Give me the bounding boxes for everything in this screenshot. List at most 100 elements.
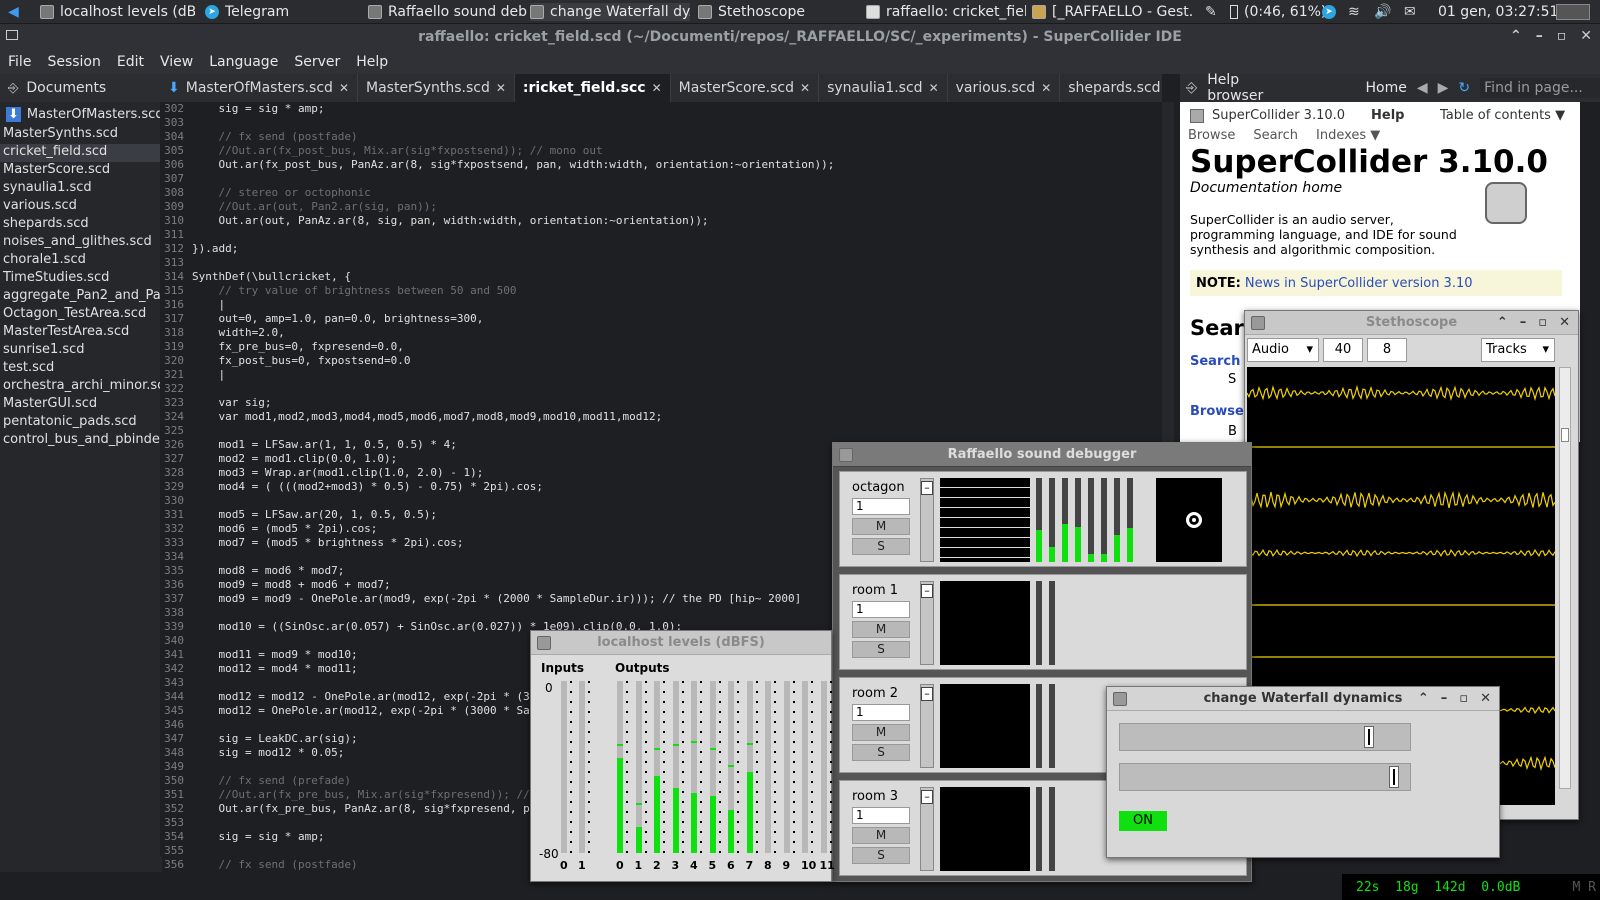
channel-fader[interactable]: – bbox=[920, 478, 934, 562]
document-list-item[interactable]: sunrise1.scd bbox=[0, 342, 160, 360]
minimize-icon[interactable]: – bbox=[1536, 28, 1543, 44]
menu-session[interactable]: Session bbox=[39, 54, 108, 70]
document-list-item[interactable]: noises_and_glithes.scd bbox=[0, 234, 160, 252]
editor-tab[interactable]: shepards.scd✕ bbox=[1060, 74, 1162, 102]
editor-tab[interactable]: ⬇ MasterOfMasters.scd ✕ bbox=[160, 74, 358, 102]
table-of-contents-button[interactable]: Table of contents ▼ bbox=[1440, 108, 1565, 123]
taskbar-item-debugger[interactable]: Raffaello sound deb... bbox=[368, 3, 528, 21]
server-status-bar[interactable]: 22s 18g 142d 0.0dB M R bbox=[1342, 874, 1600, 900]
close-tab-icon[interactable]: ✕ bbox=[1041, 81, 1051, 95]
document-list-item[interactable]: ⬇ MasterOfMasters.scd bbox=[0, 102, 160, 126]
editor-tab[interactable]: various.scd ✕ bbox=[948, 74, 1061, 102]
back-arrow-icon[interactable]: ◀ bbox=[1417, 80, 1428, 96]
keep-above-icon[interactable]: ⌃ bbox=[1418, 691, 1429, 706]
taskbar-item-levels[interactable]: localhost levels (dBFS) bbox=[40, 3, 195, 21]
taskbar-item-stethoscope[interactable]: Stethoscope bbox=[698, 3, 848, 21]
editor-tab[interactable]: synaulia1.scd ✕ bbox=[819, 74, 948, 102]
close-tab-icon[interactable]: ✕ bbox=[652, 81, 662, 95]
maximize-icon[interactable]: ▫ bbox=[1538, 315, 1547, 330]
window-menu-icon[interactable] bbox=[6, 30, 18, 40]
browse-link[interactable]: Browse bbox=[1188, 128, 1235, 143]
maximize-icon[interactable]: ▫ bbox=[1459, 691, 1468, 706]
document-list-item[interactable]: shepards.scd bbox=[0, 216, 160, 234]
keep-above-icon[interactable]: ⌃ bbox=[1497, 315, 1508, 330]
close-tab-icon[interactable]: ✕ bbox=[929, 81, 939, 95]
menu-server[interactable]: Server bbox=[286, 54, 348, 70]
close-tab-icon[interactable]: ✕ bbox=[496, 81, 506, 95]
help-search-link[interactable]: Search bbox=[1190, 354, 1240, 369]
taskbar-item-waterfall[interactable]: change Waterfall dy... bbox=[530, 3, 690, 21]
document-list-item[interactable]: MasterGUI.scd bbox=[0, 396, 160, 414]
scope-vscrollbar[interactable] bbox=[1559, 367, 1571, 789]
document-list-item[interactable]: TimeStudies.scd bbox=[0, 270, 160, 288]
close-icon[interactable]: ✕ bbox=[1580, 28, 1592, 44]
news-link[interactable]: News in SuperCollider version 3.10 bbox=[1245, 276, 1473, 291]
document-list-item[interactable]: cricket_field.scd bbox=[0, 144, 160, 162]
channel-fader[interactable]: – bbox=[920, 684, 934, 768]
channel-value-field[interactable]: 1 bbox=[852, 601, 910, 618]
solo-button[interactable]: S bbox=[852, 538, 910, 555]
close-icon[interactable]: ✕ bbox=[1559, 315, 1570, 330]
editor-tab[interactable]: MasterScore.scd ✕ bbox=[671, 74, 820, 102]
taskbar-item-ide[interactable]: raffaello: cricket_fiel... bbox=[866, 3, 1026, 21]
close-icon[interactable]: ✕ bbox=[1480, 691, 1491, 706]
notes-icon[interactable]: ✎ bbox=[1205, 3, 1217, 21]
channel-value-field[interactable]: 1 bbox=[852, 807, 910, 824]
mail-icon[interactable]: ✉ bbox=[1404, 3, 1416, 21]
editor-tab[interactable]: :ricket_field.scc ✕ bbox=[514, 74, 671, 102]
slider-thumb[interactable] bbox=[1363, 726, 1374, 748]
document-list-item[interactable]: aggregate_Pan2_and_Pan bbox=[0, 288, 160, 306]
taskbar-item-folder[interactable]: [_RAFFAELLO - Gest... bbox=[1032, 3, 1192, 21]
channel-value-field[interactable]: 1 bbox=[852, 498, 910, 515]
menu-edit[interactable]: Edit bbox=[109, 54, 152, 70]
document-list-item[interactable]: chorale1.scd bbox=[0, 252, 160, 270]
volume-icon[interactable]: 🔊 bbox=[1374, 3, 1391, 21]
forward-arrow-icon[interactable]: ▶ bbox=[1438, 80, 1449, 96]
help-home-button[interactable]: Home bbox=[1366, 80, 1407, 96]
close-tab-icon[interactable]: ✕ bbox=[800, 81, 810, 95]
document-list-item[interactable]: various.scd bbox=[0, 198, 160, 216]
document-list-item[interactable]: orchestra_archi_minor.scd bbox=[0, 378, 160, 396]
battery-indicator[interactable]: (0:46, 61%) bbox=[1230, 3, 1326, 21]
solo-button[interactable]: S bbox=[852, 847, 910, 864]
doclist-hscrollbar[interactable] bbox=[0, 856, 162, 872]
find-in-page-input[interactable]: Find in page... bbox=[1480, 78, 1600, 98]
mute-button[interactable]: M bbox=[852, 621, 910, 638]
rate-select[interactable]: Audio ▾ bbox=[1247, 338, 1319, 362]
solo-button[interactable]: S bbox=[852, 641, 910, 658]
bus-index-field[interactable]: 40 bbox=[1323, 338, 1363, 362]
on-toggle-button[interactable]: ON bbox=[1119, 811, 1167, 831]
wifi-icon[interactable]: ≋ bbox=[1348, 3, 1360, 21]
document-list-item[interactable]: pentatonic_pads.scd bbox=[0, 414, 160, 432]
menu-file[interactable]: File bbox=[0, 54, 39, 70]
document-list-item[interactable]: MasterTestArea.scd bbox=[0, 324, 160, 342]
reload-icon[interactable]: ↻ bbox=[1458, 80, 1470, 96]
dynamics-slider-2[interactable] bbox=[1119, 763, 1411, 791]
search-link[interactable]: Search bbox=[1253, 128, 1298, 143]
menu-language[interactable]: Language bbox=[201, 54, 286, 70]
editor-tab[interactable]: MasterSynths.scd ✕ bbox=[358, 74, 515, 102]
document-list-item[interactable]: MasterSynths.scd bbox=[0, 126, 160, 144]
document-list-item[interactable]: test.scd bbox=[0, 360, 160, 378]
document-list-item[interactable]: synaulia1.scd bbox=[0, 180, 160, 198]
channel-fader[interactable]: – bbox=[920, 787, 934, 871]
channel-count-field[interactable]: 8 bbox=[1367, 338, 1407, 362]
slider-thumb[interactable] bbox=[1388, 766, 1399, 788]
minimize-icon[interactable]: – bbox=[1520, 315, 1527, 330]
menu-help[interactable]: Help bbox=[348, 54, 396, 70]
help-browse-link[interactable]: Browse bbox=[1190, 404, 1244, 419]
telegram-tray-icon[interactable]: ➤ bbox=[1322, 3, 1336, 21]
scrollbar-thumb[interactable] bbox=[1561, 428, 1569, 442]
taskbar-item-telegram[interactable]: ➤ Telegram bbox=[205, 3, 355, 21]
document-list-item[interactable]: Octagon_TestArea.scd bbox=[0, 306, 160, 324]
dynamics-slider-1[interactable] bbox=[1119, 723, 1411, 751]
channel-value-field[interactable]: 1 bbox=[852, 704, 910, 721]
document-list-item[interactable]: control_bus_and_pbindef. bbox=[0, 432, 160, 450]
document-list-item[interactable]: MasterScore.scd bbox=[0, 162, 160, 180]
mute-button[interactable]: M bbox=[852, 518, 910, 535]
menu-view[interactable]: View bbox=[152, 54, 201, 70]
solo-button[interactable]: S bbox=[852, 744, 910, 761]
keep-above-icon[interactable]: ⌃ bbox=[1510, 28, 1522, 44]
kde-menu-icon[interactable]: ◀ bbox=[8, 3, 19, 21]
minimize-icon[interactable]: – bbox=[1441, 691, 1448, 706]
